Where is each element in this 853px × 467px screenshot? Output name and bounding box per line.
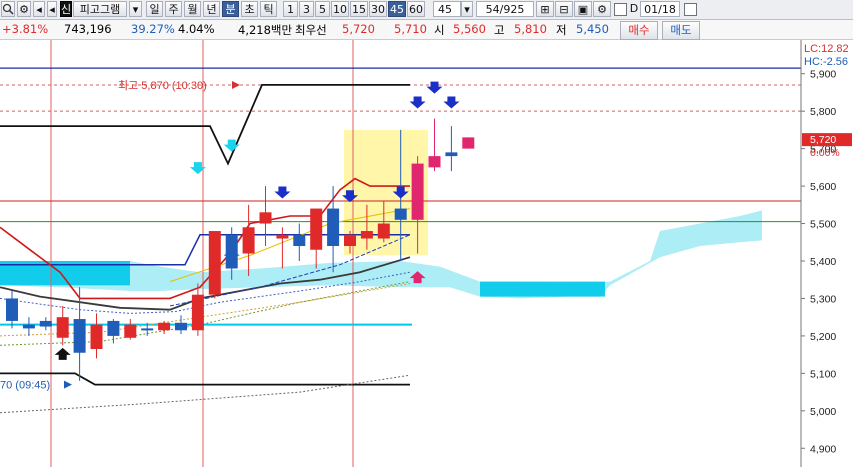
candle-body — [90, 324, 103, 350]
period-button[interactable]: 월 — [184, 1, 201, 17]
candle-body — [411, 163, 424, 220]
price-tick-label: 5,200 — [810, 331, 836, 343]
toolbar: ⚙ ◂ ◂ 신 피고그램 ▾ 45 ▾ 54/925 ⊞ ⊟ ▣ ⚙ D 01/… — [0, 0, 853, 20]
candle-body — [462, 137, 475, 149]
price-tick-label: 4,900 — [810, 443, 836, 455]
candle-body — [394, 208, 407, 220]
candle-body — [22, 324, 35, 329]
period-button[interactable]: 초 — [241, 1, 258, 17]
current-change-label: 0.00% — [810, 147, 840, 159]
page-counter: 54/925 — [476, 1, 534, 17]
period-button[interactable]: 분 — [222, 1, 239, 17]
period-button[interactable]: 년 — [203, 1, 220, 17]
date-field[interactable]: 01/18 — [640, 1, 680, 17]
candle-body — [107, 320, 120, 336]
speaker-icon[interactable]: ◂ — [33, 1, 45, 17]
date-checkbox[interactable] — [614, 3, 627, 16]
minute-button[interactable]: 45 — [388, 1, 406, 17]
high-annotation: 최고 5,870 (10:30) — [118, 79, 207, 92]
price-tick-label: 5,300 — [810, 293, 836, 305]
period-button[interactable]: 주 — [165, 1, 182, 17]
current-price-label: 5,720 — [810, 134, 836, 146]
candle-body — [191, 294, 204, 331]
candle-body — [6, 298, 18, 321]
price-tick-label: 5,900 — [810, 69, 836, 81]
candle-body — [360, 231, 373, 239]
sell-button[interactable]: 매도 — [662, 21, 700, 40]
period-button[interactable]: 일 — [146, 1, 163, 17]
price-tick-label: 5,400 — [810, 256, 836, 268]
high-price: 5,810 — [514, 22, 547, 36]
preferred-label: 최우선 — [295, 23, 327, 37]
minute-button[interactable]: 1 — [283, 1, 298, 17]
candle-body — [141, 328, 154, 331]
price-tick-label: 5,100 — [810, 368, 836, 380]
zoom-out-icon[interactable]: ⊟ — [555, 1, 573, 17]
candle-body — [39, 320, 52, 327]
interval-dropdown-icon[interactable]: ▾ — [461, 1, 473, 17]
trade-amount: 4,218백만 — [238, 23, 293, 37]
ask-price: 5,720 — [342, 22, 375, 36]
candle-body — [175, 322, 187, 331]
candle-body — [445, 152, 458, 157]
candle-body — [276, 234, 289, 239]
candle-body — [428, 156, 441, 168]
candle-body — [344, 234, 356, 247]
period-button[interactable]: 틱 — [260, 1, 277, 17]
candle-body — [158, 322, 171, 331]
minute-button[interactable]: 10 — [331, 1, 349, 17]
zoom-in-icon[interactable]: ⊞ — [536, 1, 554, 17]
minute-button[interactable]: 30 — [369, 1, 387, 17]
candle-body — [310, 208, 323, 250]
open-label: 시 — [434, 23, 445, 37]
candle-body — [242, 227, 255, 254]
minute-button[interactable]: 3 — [299, 1, 314, 17]
chart-type-select[interactable]: 피고그램 — [73, 1, 127, 17]
search-icon[interactable] — [1, 1, 15, 17]
minute-button[interactable]: 60 — [407, 1, 425, 17]
low-label: 저 — [556, 23, 567, 37]
turnover-rate: 39.27% — [131, 22, 175, 36]
candle-body — [377, 223, 390, 239]
interval-input[interactable]: 45 — [433, 1, 461, 17]
price-tick-label: 5,000 — [810, 406, 836, 418]
candle-body — [208, 231, 221, 295]
volume-ratio: 4.04% — [178, 22, 215, 36]
lc-label: LC:12.82 — [804, 43, 849, 55]
open-price: 5,560 — [453, 22, 486, 36]
volume: 743,196 — [64, 22, 112, 36]
hc-label: HC:-2.56 — [804, 56, 848, 68]
candle-body — [124, 324, 137, 338]
gear-icon[interactable]: ⚙ — [593, 1, 611, 17]
settings-icon[interactable]: ⚙ — [17, 1, 31, 17]
date-checkbox-label: D — [629, 2, 639, 15]
minute-button[interactable]: 5 — [315, 1, 330, 17]
cloud-dense-right — [480, 281, 605, 297]
high-label: 고 — [494, 23, 505, 37]
option-checkbox[interactable] — [684, 3, 697, 16]
price-tick-label: 5,500 — [810, 219, 836, 231]
price-axis-bg — [801, 40, 853, 467]
chart-type-icon[interactable]: 신 — [60, 1, 72, 17]
candle-body — [293, 234, 306, 247]
quote-bar: +3.81% 743,196 39.27% 4.04% 4,218백만 최우선 … — [0, 20, 853, 40]
low-annotation: 70 (09:45) — [0, 380, 50, 392]
price-tick-label: 5,600 — [810, 181, 836, 193]
low-price: 5,450 — [576, 22, 609, 36]
price-tick-label: 5,800 — [810, 106, 836, 118]
candle-body — [327, 208, 340, 247]
arrow-left-icon[interactable]: ◂ — [47, 1, 57, 17]
candle-body — [73, 319, 86, 353]
candle-body — [56, 317, 69, 338]
candle-body — [259, 212, 272, 224]
minute-button[interactable]: 15 — [350, 1, 368, 17]
chart-type-dropdown-icon[interactable]: ▾ — [129, 1, 142, 17]
price-chart[interactable]: 4,900 5,000 5,100 5,200 5,300 5,400 5,500 5,600… — [0, 40, 853, 467]
buy-button[interactable]: 매수 — [620, 21, 658, 40]
change-rate: +3.81% — [2, 22, 49, 36]
save-icon[interactable]: ▣ — [574, 1, 592, 17]
bid-price: 5,710 — [394, 22, 427, 36]
